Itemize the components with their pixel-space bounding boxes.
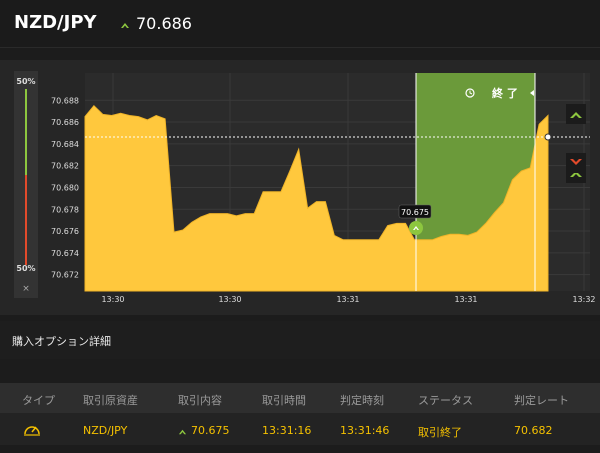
col-type: タイプ: [22, 394, 55, 407]
col-rate: 判定レート: [514, 394, 569, 407]
y-tick-label: 70.672: [51, 271, 79, 280]
x-tick-label: 13:32: [572, 295, 595, 304]
y-tick-label: 70.678: [51, 205, 79, 214]
y-tick-label: 70.674: [51, 249, 79, 258]
current-rate-value: 70.686: [136, 14, 192, 33]
x-axis-ticks: 13:30 13:30 13:31 13:31 13:32: [101, 295, 595, 304]
row-asset: NZD/JPY: [83, 424, 128, 437]
purchase-details-header: 購入オプション詳細: [0, 321, 600, 359]
x-tick-label: 13:31: [454, 295, 477, 304]
y-axis-ticks: 70.672 70.674 70.676 70.678 70.680 70.682 70.6…: [51, 96, 79, 279]
row-rate: 70.682: [514, 424, 553, 437]
row-status: 取引終了: [418, 426, 462, 439]
entry-rate-label: 70.675: [401, 208, 429, 217]
currency-pair-title: NZD/JPY: [14, 12, 97, 33]
up-arrow-icon: [121, 22, 129, 28]
row-trade-time: 13:31:16: [262, 424, 312, 437]
x-tick-label: 13:30: [218, 295, 241, 304]
y-tick-label: 70.684: [51, 140, 79, 149]
table-header: タイプ 取引原資産 取引内容 取引時間 判定時刻 ステータス 判定レート: [0, 383, 600, 413]
col-status: ステータス: [418, 394, 473, 407]
entry-pin-icon: [409, 221, 423, 235]
expiry-label: 終 了: [492, 86, 518, 100]
col-judge-time: 判定時刻: [340, 394, 384, 407]
x-tick-label: 13:31: [336, 295, 359, 304]
col-trade-time: 取引時間: [262, 394, 306, 407]
current-rate: 70.686: [120, 14, 192, 33]
row-content-value: 70.675: [191, 424, 230, 437]
y-tick-label: 70.688: [51, 96, 79, 105]
up-arrow-icon: [178, 429, 187, 434]
y-tick-label: 70.686: [51, 118, 79, 127]
y-tick-label: 70.682: [51, 162, 79, 171]
x-tick-label: 13:30: [101, 295, 124, 304]
price-chart[interactable]: 70.672 70.674 70.676 70.678 70.680 70.682 70.6…: [0, 60, 600, 315]
col-asset: 取引原資産: [83, 394, 138, 407]
row-content: 70.675: [178, 424, 230, 437]
app-header: NZD/JPY 70.686: [0, 0, 600, 48]
row-judge-time: 13:31:46: [340, 424, 390, 437]
section-title: 購入オプション詳細: [12, 335, 111, 348]
current-price-marker: [544, 133, 552, 141]
gauge-icon: [24, 426, 40, 436]
table-row[interactable]: NZD/JPY 70.675 13:31:16 13:31:46 取引終了 70…: [0, 413, 600, 445]
y-tick-label: 70.676: [51, 227, 79, 236]
y-tick-label: 70.680: [51, 183, 79, 192]
col-content: 取引内容: [178, 394, 222, 407]
